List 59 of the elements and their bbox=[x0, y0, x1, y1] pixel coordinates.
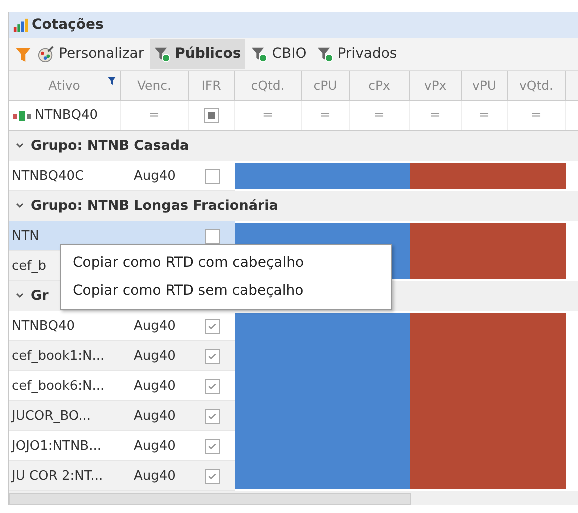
filter-value[interactable]: NTNBQ40 bbox=[35, 108, 98, 123]
filter-operator[interactable]: = bbox=[149, 108, 160, 123]
asset-name: NTN bbox=[12, 228, 40, 244]
filter-tab[interactable]: Privados bbox=[312, 39, 402, 69]
menu-item[interactable]: Copiar como RTD sem cabeçalho bbox=[61, 277, 391, 305]
asset-name: cef_book6:N... bbox=[12, 378, 105, 394]
column-header[interactable]: vPx bbox=[410, 71, 462, 100]
filter-icon bbox=[316, 46, 334, 62]
funnel-icon[interactable] bbox=[15, 46, 32, 62]
text-type-icon bbox=[13, 110, 31, 120]
group-title: Grupo: NTNB Longas Fracionária bbox=[31, 198, 278, 214]
group-title: Gr bbox=[31, 288, 49, 304]
maturity-date: Aug40 bbox=[134, 408, 176, 424]
window-title: Cotações bbox=[32, 17, 104, 33]
column-header[interactable]: cPx bbox=[350, 71, 410, 100]
filter-operator[interactable]: = bbox=[479, 108, 490, 123]
filter-icon bbox=[154, 46, 172, 62]
filter-tab[interactable]: CBIO bbox=[247, 39, 311, 69]
customize-button[interactable]: Personalizar bbox=[34, 39, 148, 69]
filter-operator[interactable]: = bbox=[430, 108, 441, 123]
asset-name: JUCOR_BO... bbox=[12, 408, 91, 424]
maturity-date: Aug40 bbox=[134, 168, 176, 184]
asset-name: JOJO1:NTNB... bbox=[12, 438, 102, 454]
table-row[interactable] bbox=[9, 341, 235, 371]
palette-icon bbox=[38, 46, 55, 62]
asset-name: cef_book1:N... bbox=[12, 348, 105, 364]
maturity-date: Aug40 bbox=[134, 378, 176, 394]
filter-icon bbox=[108, 77, 116, 85]
column-header[interactable]: cQtd. bbox=[235, 71, 302, 100]
maturity-date: Aug40 bbox=[134, 318, 176, 334]
table-row[interactable] bbox=[9, 461, 235, 491]
filter-operator[interactable]: = bbox=[320, 108, 331, 123]
chevron-icon[interactable] bbox=[15, 201, 25, 211]
horizontal-scrollbar[interactable] bbox=[9, 493, 411, 505]
filter-tab[interactable]: Públicos bbox=[150, 39, 246, 69]
group-title: Grupo: NTNB Casada bbox=[31, 138, 190, 154]
bar-chart-icon bbox=[13, 18, 28, 32]
column-header[interactable]: Venc. bbox=[121, 71, 189, 100]
table-row[interactable] bbox=[9, 401, 235, 431]
maturity-date: Aug40 bbox=[134, 348, 176, 364]
column-header[interactable]: vPU bbox=[462, 71, 508, 100]
filter-operator[interactable]: = bbox=[531, 108, 542, 123]
chevron-icon[interactable] bbox=[15, 291, 25, 301]
menu-item[interactable]: Copiar como RTD com cabeçalho bbox=[61, 249, 391, 277]
column-header[interactable]: cPU bbox=[302, 71, 350, 100]
asset-name: NTNBQ40C bbox=[12, 168, 84, 184]
filter-operator[interactable]: = bbox=[262, 108, 274, 123]
filter-icon bbox=[251, 46, 268, 62]
asset-name: cef_b bbox=[12, 258, 46, 274]
maturity-date: Aug40 bbox=[134, 468, 176, 484]
column-header[interactable]: IFR bbox=[189, 71, 235, 100]
asset-name: JU COR 2:NT... bbox=[12, 468, 104, 484]
column-header[interactable]: vQtd. bbox=[508, 71, 566, 100]
chevron-icon[interactable] bbox=[15, 141, 25, 151]
maturity-date: Aug40 bbox=[134, 438, 176, 454]
filter-operator[interactable]: = bbox=[374, 108, 385, 123]
column-header[interactable]: Ativo bbox=[9, 71, 121, 100]
asset-name: NTNBQ40 bbox=[12, 318, 76, 334]
checkbox[interactable] bbox=[204, 108, 219, 123]
